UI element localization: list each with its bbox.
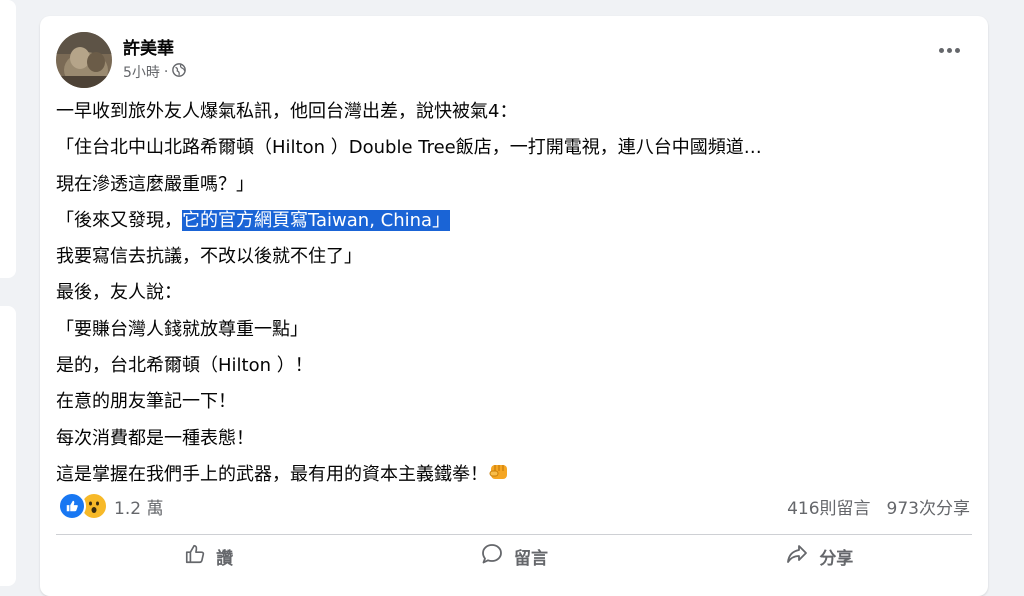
like-button-label: 讚 (216, 548, 234, 569)
post-line-text: 這是掌握在我們手上的武器，最有用的資本主義鐵拳！ (56, 463, 488, 485)
comment-button[interactable]: 留言 (361, 538, 666, 574)
post-line: 「要賺台灣人錢就放尊重一點」 (56, 318, 308, 340)
divider (56, 534, 972, 535)
reaction-summary[interactable]: 1.2 萬 (58, 492, 163, 520)
post-line: 我要寫信去抗議，不改以後就不住了」 (56, 246, 362, 268)
post-line: 是的，台北希爾頓（Hilton ）！ (56, 355, 313, 377)
more-options-icon[interactable] (939, 48, 960, 53)
comment-count[interactable]: 416則留言 (787, 494, 870, 519)
post-card: 許美華 5小時 · 一早收到旅外友人爆氣私訊，他回台灣出差，說快被氣4： 「住台… (40, 16, 988, 596)
post-line: 現在滲透這麼嚴重嗎？」 (56, 173, 254, 195)
share-arrow-icon (785, 542, 809, 571)
avatar[interactable] (56, 32, 112, 88)
engagement-counts: 416則留言 973次分享 (787, 494, 970, 519)
share-button[interactable]: 分享 (667, 538, 972, 574)
post-line: 在意的朋友筆記一下！ (56, 391, 236, 413)
thumbs-up-icon (184, 543, 206, 570)
post-body: 一早收到旅外友人爆氣私訊，他回台灣出差，說快被氣4： 「住台北中山北路希爾頓（H… (56, 94, 966, 493)
like-reaction-icon (58, 492, 86, 520)
reaction-count: 1.2 萬 (114, 498, 164, 519)
author-name[interactable]: 許美華 (123, 34, 174, 59)
post-line-highlighted: 「後來又發現，它的官方網頁寫Taiwan, China」 (56, 203, 966, 239)
action-bar: 讚 留言 分享 (56, 538, 972, 574)
like-button[interactable]: 讚 (56, 538, 361, 574)
comment-button-label: 留言 (513, 548, 548, 569)
adjacent-card-top (0, 0, 16, 278)
selected-text: 它的官方網頁寫Taiwan, China」 (182, 209, 451, 231)
meta-separator: · (163, 64, 169, 80)
post-time[interactable]: 5小時 (123, 62, 160, 82)
post-line: 「住台北中山北路希爾頓（Hilton ）Double Tree飯店，一打開電視，… (56, 137, 762, 159)
comment-bubble-icon (480, 542, 504, 571)
share-button-label: 分享 (819, 548, 854, 569)
post-line: 一早收到旅外友人爆氣私訊，他回台灣出差，說快被氣4： (56, 101, 518, 122)
post-meta: 5小時 · (123, 62, 187, 82)
post-line: 每次消費都是一種表態！ (56, 427, 254, 449)
post-line: 最後，友人說： (56, 282, 182, 304)
adjacent-card-bottom (0, 306, 16, 586)
fist-emoji-icon (488, 459, 510, 495)
globe-icon[interactable] (172, 63, 187, 81)
share-count[interactable]: 973次分享 (887, 494, 970, 519)
post-line-prefix: 「後來又發現， (56, 209, 182, 231)
post-line-last: 這是掌握在我們手上的武器，最有用的資本主義鐵拳！ (56, 457, 966, 493)
